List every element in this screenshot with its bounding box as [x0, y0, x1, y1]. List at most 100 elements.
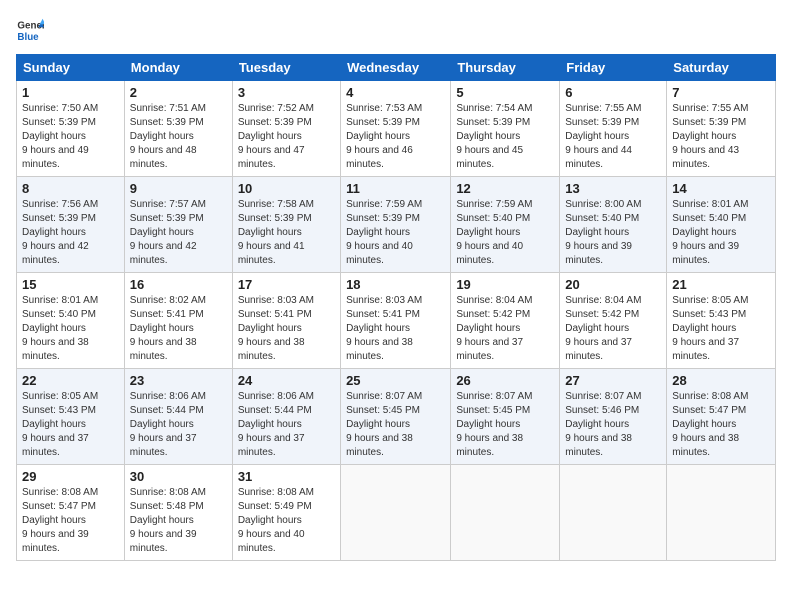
- day-info: Sunrise: 8:02 AMSunset: 5:41 PMDaylight …: [130, 294, 227, 364]
- day-number: 9: [130, 181, 227, 196]
- day-info: Sunrise: 7:59 AMSunset: 5:39 PMDaylight …: [346, 198, 445, 268]
- day-number: 3: [238, 85, 335, 100]
- calendar-week-row: 29 Sunrise: 8:08 AMSunset: 5:47 PMDayligh…: [17, 465, 776, 561]
- calendar-cell: 18 Sunrise: 8:03 AMSunset: 5:41 PMDayligh…: [341, 273, 451, 369]
- header: General Blue: [16, 16, 776, 44]
- day-info: Sunrise: 7:55 AMSunset: 5:39 PMDaylight …: [672, 102, 770, 172]
- calendar-cell: [667, 465, 776, 561]
- calendar-cell: 2 Sunrise: 7:51 AMSunset: 5:39 PMDaylight…: [124, 81, 232, 177]
- day-number: 8: [22, 181, 119, 196]
- calendar-cell: 27 Sunrise: 8:07 AMSunset: 5:46 PMDayligh…: [560, 369, 667, 465]
- day-number: 28: [672, 373, 770, 388]
- day-info: Sunrise: 7:54 AMSunset: 5:39 PMDaylight …: [456, 102, 554, 172]
- calendar-cell: 30 Sunrise: 8:08 AMSunset: 5:48 PMDayligh…: [124, 465, 232, 561]
- calendar-cell: 11 Sunrise: 7:59 AMSunset: 5:39 PMDayligh…: [341, 177, 451, 273]
- day-number: 1: [22, 85, 119, 100]
- calendar-cell: 26Sunrise: 8:07 AMSunset: 5:45 PMDayligh…: [451, 369, 560, 465]
- logo-icon: General Blue: [16, 16, 44, 44]
- calendar-cell: 9 Sunrise: 7:57 AMSunset: 5:39 PMDaylight…: [124, 177, 232, 273]
- day-info: Sunrise: 8:08 AMSunset: 5:49 PMDaylight …: [238, 486, 335, 556]
- day-number: 13: [565, 181, 661, 196]
- calendar-cell: 17 Sunrise: 8:03 AMSunset: 5:41 PMDayligh…: [232, 273, 340, 369]
- calendar-table: SundayMondayTuesdayWednesdayThursdayFrid…: [16, 54, 776, 561]
- calendar-cell: 5 Sunrise: 7:54 AMSunset: 5:39 PMDaylight…: [451, 81, 560, 177]
- calendar-cell: 19 Sunrise: 8:04 AMSunset: 5:42 PMDayligh…: [451, 273, 560, 369]
- day-number: 16: [130, 277, 227, 292]
- calendar-week-row: 22 Sunrise: 8:05 AMSunset: 5:43 PMDayligh…: [17, 369, 776, 465]
- svg-text:Blue: Blue: [17, 32, 39, 43]
- day-info: Sunrise: 7:57 AMSunset: 5:39 PMDaylight …: [130, 198, 227, 268]
- weekday-header-saturday: Saturday: [667, 55, 776, 81]
- weekday-header-wednesday: Wednesday: [341, 55, 451, 81]
- calendar-cell: 4Sunrise: 7:53 AMSunset: 5:39 PMDaylight…: [341, 81, 451, 177]
- day-info: Sunrise: 7:53 AMSunset: 5:39 PMDaylight …: [346, 102, 445, 172]
- calendar-cell: 1 Sunrise: 7:50 AMSunset: 5:39 PMDaylight…: [17, 81, 125, 177]
- calendar-cell: 23Sunrise: 8:06 AMSunset: 5:44 PMDayligh…: [124, 369, 232, 465]
- day-number: 19: [456, 277, 554, 292]
- day-info: Sunrise: 7:55 AMSunset: 5:39 PMDaylight …: [565, 102, 661, 172]
- day-info: Sunrise: 7:59 AMSunset: 5:40 PMDaylight …: [456, 198, 554, 268]
- day-number: 18: [346, 277, 445, 292]
- calendar-cell: 10 Sunrise: 7:58 AMSunset: 5:39 PMDayligh…: [232, 177, 340, 273]
- day-info: Sunrise: 7:50 AMSunset: 5:39 PMDaylight …: [22, 102, 119, 172]
- calendar-cell: [341, 465, 451, 561]
- day-info: Sunrise: 8:01 AMSunset: 5:40 PMDaylight …: [672, 198, 770, 268]
- calendar-cell: 6 Sunrise: 7:55 AMSunset: 5:39 PMDaylight…: [560, 81, 667, 177]
- day-info: Sunrise: 7:51 AMSunset: 5:39 PMDaylight …: [130, 102, 227, 172]
- calendar-cell: 13 Sunrise: 8:00 AMSunset: 5:40 PMDayligh…: [560, 177, 667, 273]
- day-number: 26: [456, 373, 554, 388]
- calendar-cell: 8Sunrise: 7:56 AMSunset: 5:39 PMDaylight…: [17, 177, 125, 273]
- weekday-header-thursday: Thursday: [451, 55, 560, 81]
- day-number: 14: [672, 181, 770, 196]
- day-info: Sunrise: 8:05 AMSunset: 5:43 PMDaylight …: [672, 294, 770, 364]
- calendar-cell: 31 Sunrise: 8:08 AMSunset: 5:49 PMDayligh…: [232, 465, 340, 561]
- day-number: 27: [565, 373, 661, 388]
- calendar-cell: 3 Sunrise: 7:52 AMSunset: 5:39 PMDaylight…: [232, 81, 340, 177]
- logo: General Blue: [16, 16, 48, 44]
- calendar-cell: 28 Sunrise: 8:08 AMSunset: 5:47 PMDayligh…: [667, 369, 776, 465]
- calendar-cell: 21 Sunrise: 8:05 AMSunset: 5:43 PMDayligh…: [667, 273, 776, 369]
- day-number: 21: [672, 277, 770, 292]
- day-number: 30: [130, 469, 227, 484]
- weekday-header-monday: Monday: [124, 55, 232, 81]
- calendar-week-row: 1 Sunrise: 7:50 AMSunset: 5:39 PMDaylight…: [17, 81, 776, 177]
- day-number: 5: [456, 85, 554, 100]
- day-number: 6: [565, 85, 661, 100]
- day-info: Sunrise: 8:07 AMSunset: 5:46 PMDaylight …: [565, 390, 661, 460]
- day-info: Sunrise: 8:07 AMSunset: 5:45 PMDaylight …: [346, 390, 445, 460]
- day-number: 17: [238, 277, 335, 292]
- day-info: Sunrise: 8:04 AMSunset: 5:42 PMDaylight …: [456, 294, 554, 364]
- day-info: Sunrise: 8:03 AMSunset: 5:41 PMDaylight …: [238, 294, 335, 364]
- calendar-cell: [451, 465, 560, 561]
- day-number: 29: [22, 469, 119, 484]
- day-info: Sunrise: 8:06 AMSunset: 5:44 PMDaylight …: [238, 390, 335, 460]
- day-info: Sunrise: 7:58 AMSunset: 5:39 PMDaylight …: [238, 198, 335, 268]
- calendar-cell: 15Sunrise: 8:01 AMSunset: 5:40 PMDayligh…: [17, 273, 125, 369]
- day-info: Sunrise: 8:03 AMSunset: 5:41 PMDaylight …: [346, 294, 445, 364]
- calendar-cell: 16 Sunrise: 8:02 AMSunset: 5:41 PMDayligh…: [124, 273, 232, 369]
- day-info: Sunrise: 8:08 AMSunset: 5:48 PMDaylight …: [130, 486, 227, 556]
- day-number: 22: [22, 373, 119, 388]
- day-info: Sunrise: 8:08 AMSunset: 5:47 PMDaylight …: [22, 486, 119, 556]
- day-info: Sunrise: 7:52 AMSunset: 5:39 PMDaylight …: [238, 102, 335, 172]
- day-number: 11: [346, 181, 445, 196]
- calendar-cell: 12 Sunrise: 7:59 AMSunset: 5:40 PMDayligh…: [451, 177, 560, 273]
- calendar-week-row: 8Sunrise: 7:56 AMSunset: 5:39 PMDaylight…: [17, 177, 776, 273]
- day-number: 31: [238, 469, 335, 484]
- day-number: 10: [238, 181, 335, 196]
- calendar-cell: 24Sunrise: 8:06 AMSunset: 5:44 PMDayligh…: [232, 369, 340, 465]
- day-info: Sunrise: 8:05 AMSunset: 5:43 PMDaylight …: [22, 390, 119, 460]
- calendar-cell: 14 Sunrise: 8:01 AMSunset: 5:40 PMDayligh…: [667, 177, 776, 273]
- weekday-header-row: SundayMondayTuesdayWednesdayThursdayFrid…: [17, 55, 776, 81]
- day-info: Sunrise: 8:00 AMSunset: 5:40 PMDaylight …: [565, 198, 661, 268]
- calendar-week-row: 15Sunrise: 8:01 AMSunset: 5:40 PMDayligh…: [17, 273, 776, 369]
- day-info: Sunrise: 8:01 AMSunset: 5:40 PMDaylight …: [22, 294, 119, 364]
- day-info: Sunrise: 8:08 AMSunset: 5:47 PMDaylight …: [672, 390, 770, 460]
- weekday-header-sunday: Sunday: [17, 55, 125, 81]
- day-number: 12: [456, 181, 554, 196]
- day-number: 2: [130, 85, 227, 100]
- day-number: 20: [565, 277, 661, 292]
- day-number: 7: [672, 85, 770, 100]
- page: General Blue SundayMondayTuesdayWednesda…: [0, 0, 792, 612]
- day-number: 23: [130, 373, 227, 388]
